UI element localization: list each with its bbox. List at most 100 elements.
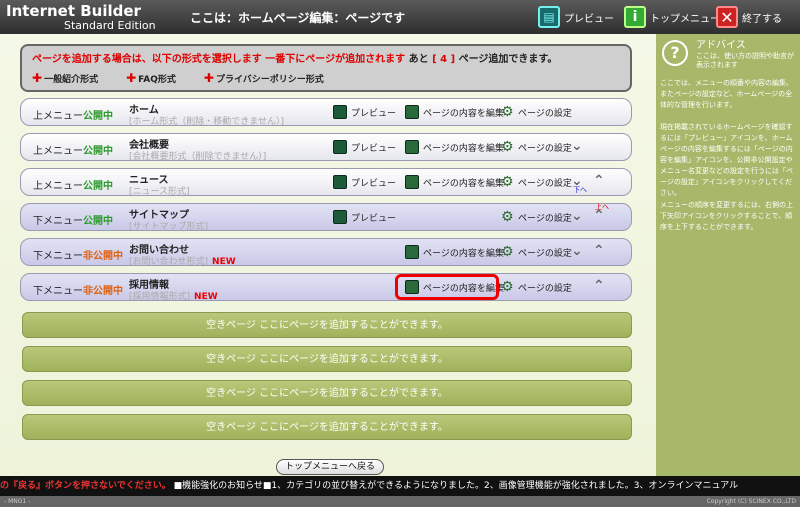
page-settings-label: ページの設定 [518,143,572,154]
page-row-contact: 下メニュー 非公開中 お問い合わせ [お問い合わせ形式] NEW ページの内容を編… [20,238,632,267]
page-settings-label: ページの設定 [518,178,572,189]
page-settings-button[interactable]: ⚙ ページの設定 [501,175,572,189]
footer-version: - MNG1 - [4,498,31,505]
plus-icon: ✚ [203,71,214,85]
remaining-count: [ 4 ] [432,54,456,65]
preview-button[interactable]: プレビュー [333,105,396,119]
preview-icon [333,210,347,224]
page-row-home: 上メニュー 公開中 ホーム [ホーム形式（削除・移動できません）] プレビュー … [20,98,632,127]
page-menu-type: 上メニュー [33,181,83,192]
preview-button[interactable]: プレビュー [333,210,396,224]
header-top-menu-button[interactable]: i トップメニュー [624,4,720,30]
empty-page-slot[interactable]: 空きページ ここにページを追加することができます。 [22,346,632,372]
page-title: ここは：ホームページ編集：ページです [190,11,406,25]
add-faq-format-link[interactable]: ✚ FAQ形式 [126,71,176,85]
edit-content-button[interactable]: ページの内容を編集 [405,140,504,154]
page-format: [お問い合わせ形式] [129,257,209,267]
page-status: 公開中 [83,146,113,157]
add-general-format-label: 一般紹介形式 [44,74,99,85]
plus-icon: ✚ [32,71,43,85]
edit-content-button[interactable]: ページの内容を編集 [405,105,504,119]
move-down-icon[interactable]: ⌄ [571,138,583,154]
edit-content-button[interactable]: ページの内容を編集 [405,175,504,189]
page-format-line: [お問い合わせ形式] NEW [129,254,236,267]
gear-icon: ⚙ [501,174,514,190]
header-bar: Internet Builder Standard Edition ここは：ホー… [0,0,800,34]
add-privacy-format-label: プライバシーポリシー形式 [215,74,324,85]
move-down-icon[interactable]: ⌄ [571,208,583,224]
logo-edition: Standard Edition [64,19,156,32]
page-settings-button[interactable]: ⚙ ページの設定 [501,280,572,294]
page-settings-button[interactable]: ⚙ ページの設定 [501,140,572,154]
back-to-top-menu-button[interactable]: トップメニューへ戻る [276,459,384,475]
news-ticker: の『戻る』ボタンを押さないでください。 ■機能強化のお知らせ■1、カテゴリの並び… [0,476,800,496]
header-preview-button[interactable]: ▤ プレビュー [538,4,614,30]
advice-sidebar: ? アドバイス ここは、使い方の説明や助言が表示されます ここでは、メニューの順… [656,34,800,476]
page-settings-label: ページの設定 [518,213,572,224]
preview-label: プレビュー [351,213,397,224]
preview-label: プレビュー [351,108,397,119]
page-settings-label: ページの設定 [518,283,572,294]
edit-content-label: ページの内容を編集 [423,248,504,259]
advice-title: アドバイス [696,40,746,51]
header-exit-button[interactable]: ✕ 終了する [716,4,782,30]
advice-paragraph-2: 現在掲載されているホームページを確認するには「プレビュー」アイコンを、ホームペー… [660,123,793,197]
page-menu-type: 下メニュー [33,286,83,297]
move-up-icon[interactable]: ⌃ [593,243,605,259]
preview-icon [333,175,347,189]
question-icon: ? [662,40,688,66]
page-format: [サイトマップ形式] [129,222,209,232]
edit-content-button[interactable]: ページの内容を編集 [405,245,504,259]
up-annotation: 上へ [595,203,609,211]
page-status: 公開中 [83,216,113,227]
page-row-news: 上メニュー 公開中 ニュース [ニュース形式] プレビュー ページの内容を編集 … [20,168,632,197]
preview-icon: ▤ [538,6,560,28]
plus-icon: ✚ [126,71,137,85]
page-format: [採用情報形式] [129,292,191,302]
preview-icon [333,105,347,119]
page-settings-button[interactable]: ⚙ ページの設定 [501,105,572,119]
page-status: 公開中 [83,111,113,122]
add-privacy-format-link[interactable]: ✚ プライバシーポリシー形式 [204,71,324,85]
close-icon: ✕ [716,6,738,28]
advice-paragraph-3: メニューの順序を変更するには、右側の上下矢印アイコンをクリックすることで、順序を… [660,201,793,231]
page-status: 非公開中 [83,251,123,262]
header-exit-label: 終了する [742,13,782,25]
ticker-news: ■機能強化のお知らせ■1、カテゴリの並び替えができるようになりました。2、画像管… [173,481,739,491]
page-status: 非公開中 [83,286,123,297]
remaining-suffix: ページ追加できます。 [458,54,558,65]
edit-icon [405,140,419,154]
empty-page-slot[interactable]: 空きページ ここにページを追加することができます。 [22,312,632,338]
header-top-menu-label: トップメニュー [650,13,720,25]
preview-button[interactable]: プレビュー [333,175,396,189]
logo-title: Internet Builder [6,2,141,20]
add-general-format-link[interactable]: ✚ 一般紹介形式 [32,71,98,85]
move-down-icon[interactable]: ⌄ [571,243,583,259]
move-up-icon[interactable]: ⌃ [593,173,605,189]
empty-page-slot[interactable]: 空きページ ここにページを追加することができます。 [22,414,632,440]
edit-content-label: ページの内容を編集 [423,143,504,154]
page-row-recruit: 下メニュー 非公開中 採用情報 [採用情報形式] NEW ページの内容を編集 ⚙ ペ… [20,273,632,302]
page-format: [ホーム形式（削除・移動できません）] [129,117,284,127]
add-page-instructions: ページを追加する場合は、以下の形式を選択します 一番下にページが追加されます あ… [32,50,620,65]
page-menu-type: 上メニュー [33,146,83,157]
page-status: 公開中 [83,181,113,192]
main-panel: ページを追加する場合は、以下の形式を選択します 一番下にページが追加されます あ… [0,34,656,476]
gear-icon: ⚙ [501,279,514,295]
page-settings-button[interactable]: ⚙ ページの設定 [501,210,572,224]
header-preview-label: プレビュー [564,13,614,25]
move-up-icon[interactable]: ⌃ [593,278,605,294]
add-page-box: ページを追加する場合は、以下の形式を選択します 一番下にページが追加されます あ… [20,44,632,92]
preview-button[interactable]: プレビュー [333,140,396,154]
empty-page-slot[interactable]: 空きページ ここにページを追加することができます。 [22,380,632,406]
preview-icon [333,140,347,154]
page-format: [会社概要形式（削除できません）] [129,152,267,162]
page-settings-button[interactable]: ⚙ ページの設定 [501,245,572,259]
edit-icon [405,245,419,259]
page-menu-type: 上メニュー [33,111,83,122]
advice-paragraph-1: ここでは、メニューの順番や内容の編集、またページの設定など、ホームページの全体的… [660,79,793,109]
app-logo: Internet Builder Standard Edition [4,2,174,32]
page-menu-type: 下メニュー [33,251,83,262]
highlight-box [395,274,499,300]
page-format-line: [採用情報形式] NEW [129,289,218,302]
